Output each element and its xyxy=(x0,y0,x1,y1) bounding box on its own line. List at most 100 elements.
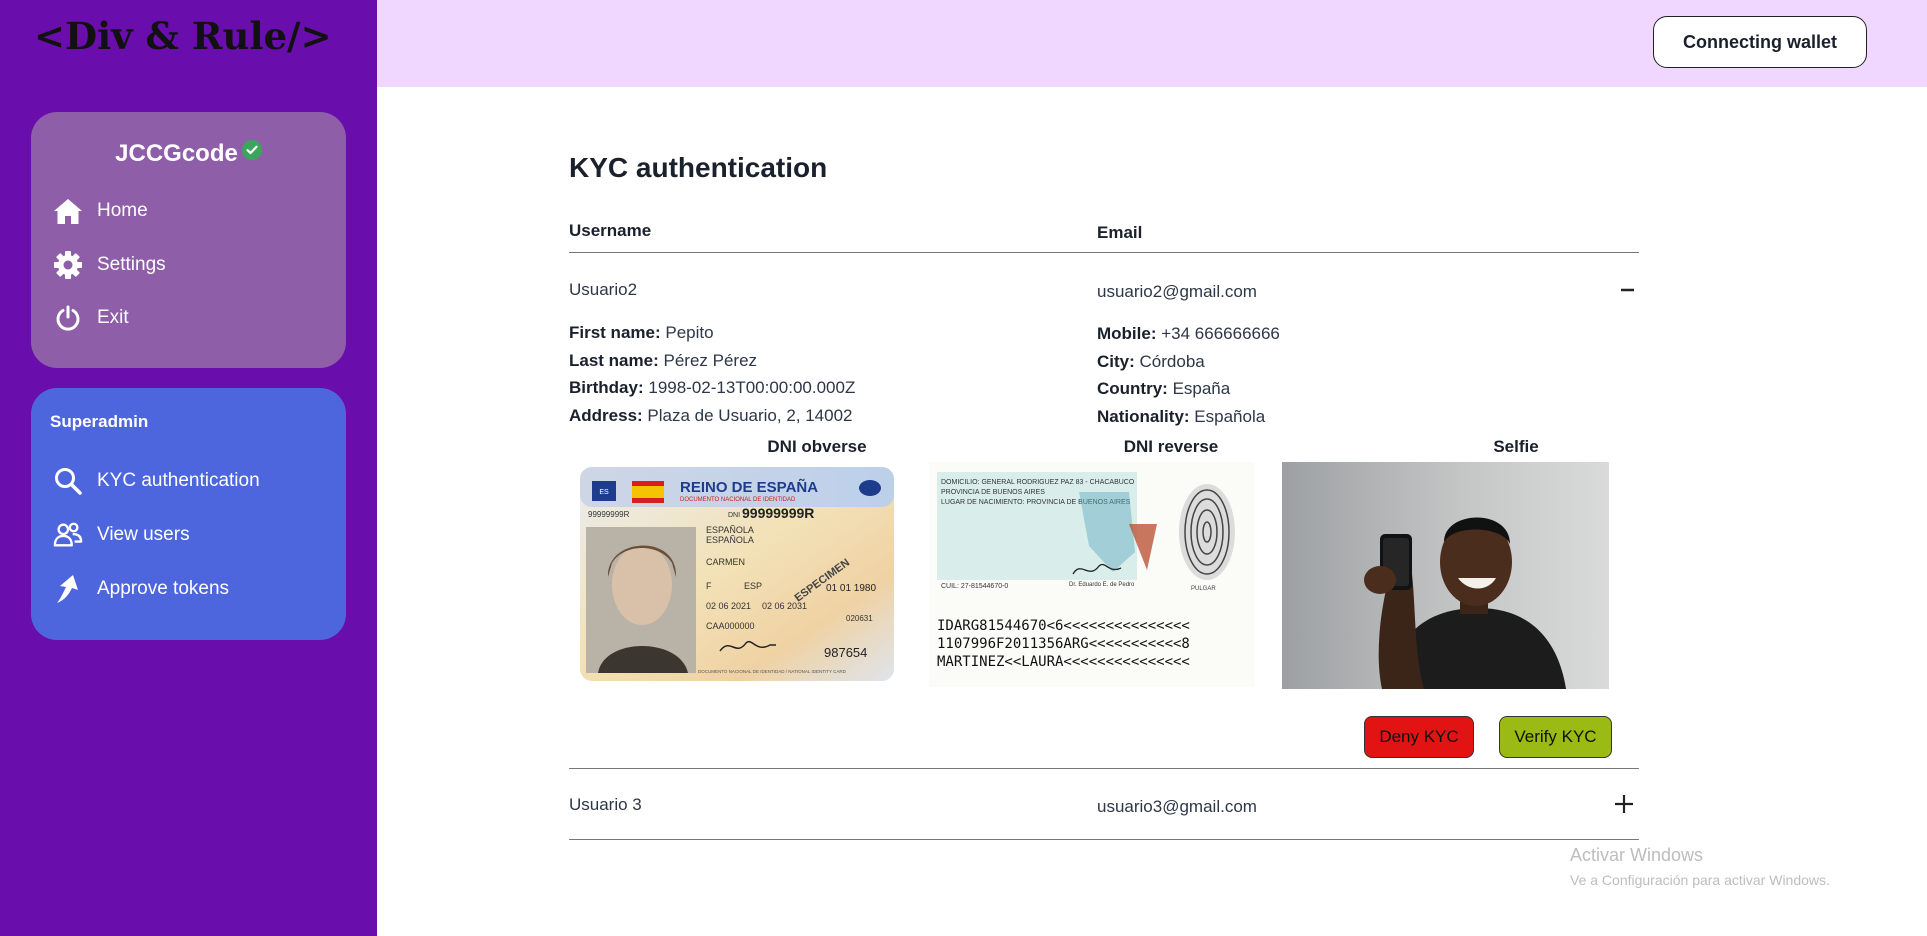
detail-value: Pepito xyxy=(665,323,714,342)
dni-birth-date: 01 01 1980 xyxy=(826,583,876,594)
dni-support-number: CAA000000 xyxy=(706,621,755,631)
sidebar-item-kyc-authentication[interactable]: KYC authentication xyxy=(53,463,260,499)
row-divider xyxy=(569,768,1639,769)
dni-reverse-image[interactable]: DOMICILIO: GENERAL RODRIGUEZ PAZ 83 - CH… xyxy=(929,462,1254,687)
sidebar-item-view-users[interactable]: View users xyxy=(53,517,190,553)
arrow-up-icon xyxy=(53,574,83,604)
header-divider xyxy=(569,252,1639,253)
mrz-line-3: MARTINEZ<<LAURA<<<<<<<<<<<<<<< xyxy=(937,654,1190,670)
sidebar-item-label: Exit xyxy=(97,307,129,328)
top-bar: Connecting wallet xyxy=(377,0,1927,87)
sidebar-item-label: View users xyxy=(97,524,190,545)
users-icon xyxy=(53,520,83,550)
page-title: KYC authentication xyxy=(569,152,828,183)
detail-label: Birthday: xyxy=(569,378,644,397)
dni-can-number: 987654 xyxy=(824,645,867,660)
detail-value: Plaza de Usuario, 2, 14002 xyxy=(647,406,853,425)
dni-left-number: 99999999R xyxy=(588,510,630,519)
table-bottom-divider xyxy=(569,839,1639,840)
mrz-line-1: IDARG81544670<6<<<<<<<<<<<<<<< xyxy=(937,618,1190,634)
dni-reverse-signature-caption: Dr. Eduardo E. de Pedro xyxy=(1069,582,1135,588)
dni-sex: F xyxy=(706,581,712,591)
admin-card: Superadmin KYC authentication View users… xyxy=(31,388,346,640)
watermark-title: Activar Windows xyxy=(1570,845,1704,865)
row-email: usuario2@gmail.com xyxy=(1097,282,1257,301)
row-email: usuario3@gmail.com xyxy=(1097,797,1257,816)
dni-name: CARMEN xyxy=(706,557,745,567)
detail-value: 1998-02-13T00:00:00.000Z xyxy=(648,378,856,397)
detail-label: Mobile: xyxy=(1097,324,1157,343)
sidebar-item-label: Home xyxy=(97,200,148,221)
gear-icon xyxy=(53,250,83,280)
sidebar-item-label: Approve tokens xyxy=(97,578,230,599)
power-icon xyxy=(53,303,83,333)
dni-obverse-title: DNI obverse xyxy=(767,437,867,456)
sidebar-item-label: Settings xyxy=(97,254,166,275)
dni-country-code: ES xyxy=(599,489,609,496)
detail-label: First name: xyxy=(569,323,661,342)
detail-label: Nationality: xyxy=(1097,407,1190,426)
detail-nationality: Nationality: Española xyxy=(1097,407,1265,427)
detail-country: Country: España xyxy=(1097,379,1230,399)
sidebar-item-settings[interactable]: Settings xyxy=(53,247,166,283)
dni-issue-date: 02 06 2021 xyxy=(706,601,751,611)
expand-row-button[interactable] xyxy=(1612,792,1636,816)
detail-address: Address: Plaza de Usuario, 2, 14002 xyxy=(569,406,853,426)
detail-mobile: Mobile: +34 666666666 xyxy=(1097,324,1280,344)
detail-last-name: Last name: Pérez Pérez xyxy=(569,351,757,371)
detail-value: España xyxy=(1172,379,1231,398)
search-icon xyxy=(53,466,83,496)
dni-subheading: DOCUMENTO NACIONAL DE IDENTIDAD xyxy=(680,497,796,503)
dni-surname-1: ESPAÑOLA xyxy=(706,525,754,535)
detail-value: Pérez Pérez xyxy=(663,351,758,370)
detail-label: Country: xyxy=(1097,379,1168,398)
deny-kyc-button[interactable]: Deny KYC xyxy=(1364,716,1474,758)
column-header-username: Username xyxy=(569,221,652,240)
dni-reverse-thumb-label: PULGAR xyxy=(1191,586,1216,592)
mrz-line-2: 1107996F2011356ARG<<<<<<<<<<<8 xyxy=(937,636,1190,652)
minus-icon xyxy=(1621,288,1634,292)
dni-surname-2: ESPAÑOLA xyxy=(706,535,754,545)
sidebar-item-approve-tokens[interactable]: Approve tokens xyxy=(53,571,229,607)
admin-section-title: Superadmin xyxy=(50,412,149,431)
verified-check-icon xyxy=(241,140,262,160)
dni-reverse-title: DNI reverse xyxy=(1123,437,1219,456)
detail-label: Last name: xyxy=(569,351,659,370)
detail-label: Address: xyxy=(569,406,643,425)
dni-prefix: DNI xyxy=(728,512,740,519)
profile-username: JCCGcode xyxy=(115,140,238,167)
dni-heading: REINO DE ESPAÑA xyxy=(680,478,818,496)
collapse-row-button[interactable] xyxy=(1615,278,1639,302)
dni-reverse-province: PROVINCIA DE BUENOS AIRES xyxy=(941,489,1045,496)
detail-label: City: xyxy=(1097,352,1135,371)
sidebar-item-home[interactable]: Home xyxy=(53,193,148,229)
sidebar-item-exit[interactable]: Exit xyxy=(53,300,129,336)
selfie-title: Selfie xyxy=(1493,437,1539,456)
detail-birthday: Birthday: 1998-02-13T00:00:00.000Z xyxy=(569,378,855,398)
row-username: Usuario 3 xyxy=(569,795,642,814)
plus-icon xyxy=(1615,795,1633,813)
sidebar: <Div & Rule/> JCCGcode Home Settings Exi… xyxy=(0,0,377,936)
sidebar-item-label: KYC authentication xyxy=(97,470,260,491)
row-username: Usuario2 xyxy=(569,280,638,299)
verify-kyc-button[interactable]: Verify KYC xyxy=(1499,716,1612,758)
dni-nationality: ESP xyxy=(744,581,762,591)
profile-name: JCCGcode xyxy=(31,140,346,168)
home-icon xyxy=(53,196,83,226)
dni-obverse-image[interactable]: ES REINO DE ESPAÑA DOCUMENTO NACIONAL DE… xyxy=(580,467,894,681)
app-logo[interactable]: <Div & Rule/> xyxy=(34,14,332,58)
windows-activation-watermark: Activar Windows Ve a Configuración para … xyxy=(1570,845,1830,888)
detail-value: Córdoba xyxy=(1139,352,1205,371)
watermark-subtitle: Ve a Configuración para activar Windows. xyxy=(1570,872,1830,888)
detail-value: Española xyxy=(1194,407,1266,426)
connect-wallet-button[interactable]: Connecting wallet xyxy=(1653,16,1867,68)
detail-value: +34 666666666 xyxy=(1161,324,1280,343)
dni-reverse-address: DOMICILIO: GENERAL RODRIGUEZ PAZ 83 - CH… xyxy=(941,479,1135,486)
dni-footer: DOCUMENTO NACIONAL DE IDENTIDAD / NATION… xyxy=(698,669,847,674)
column-header-email: Email xyxy=(1097,223,1143,242)
dni-reverse-cuil: CUIL: 27-81544670-0 xyxy=(941,583,1008,590)
detail-first-name: First name: Pepito xyxy=(569,323,714,343)
selfie-image[interactable] xyxy=(1282,462,1609,689)
user-card: JCCGcode Home Settings Exit xyxy=(31,112,346,368)
dni-number: 99999999R xyxy=(742,505,814,521)
